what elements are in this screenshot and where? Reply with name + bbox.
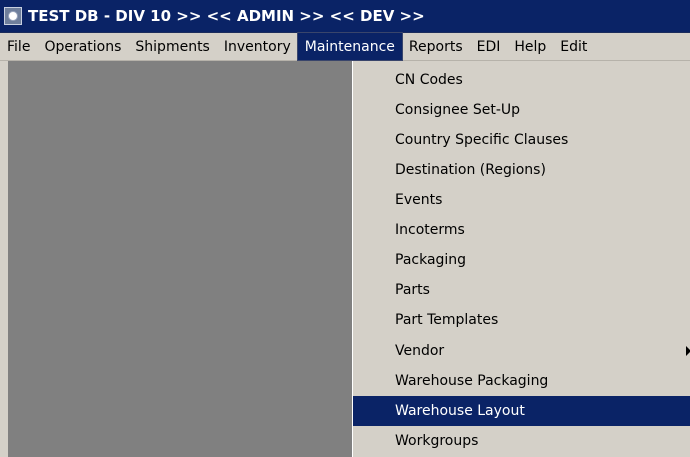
menu-item-label: Vendor [395,343,445,359]
menu-item-part-templates[interactable]: Part Templates [353,305,690,335]
menu-maintenance[interactable]: Maintenance [296,32,403,61]
menu-item-label: CN Codes [395,72,463,88]
menu-file[interactable]: File [0,33,37,60]
app-icon[interactable] [4,7,22,25]
menu-operations[interactable]: Operations [37,33,128,60]
menu-item-parts[interactable]: Parts [353,275,690,305]
menu-item-label: Warehouse Layout [395,403,525,419]
menu-item-label: Parts [395,282,430,298]
menu-inventory[interactable]: Inventory [217,33,298,60]
menu-item-label: Warehouse Packaging [395,373,549,389]
menu-item-cn-codes[interactable]: CN Codes [353,65,690,95]
menu-item-label: Workgroups [395,433,479,449]
menu-item-consignee-set-up[interactable]: Consignee Set-Up [353,95,690,125]
menu-item-packaging[interactable]: Packaging [353,245,690,275]
menu-item-label: Destination (Regions) [395,162,546,178]
menu-item-workgroups[interactable]: Workgroups [353,426,690,456]
menu-item-warehouse-layout[interactable]: Warehouse Layout [353,396,690,426]
menu-item-label: Events [395,192,443,208]
left-panel-edge [0,61,8,457]
menu-item-label: Packaging [395,252,467,268]
menu-item-events[interactable]: Events [353,185,690,215]
menu-help[interactable]: Help [507,33,553,60]
menu-item-label: Consignee Set-Up [395,102,521,118]
menu-item-label: Incoterms [395,222,465,238]
menu-reports[interactable]: Reports [402,33,470,60]
menu-shipments[interactable]: Shipments [128,33,216,60]
menu-edit[interactable]: Edit [553,33,594,60]
menu-item-destination-regions[interactable]: Destination (Regions) [353,155,690,185]
menu-item-incoterms[interactable]: Incoterms [353,215,690,245]
window-title: TEST DB - DIV 10 >> << ADMIN >> << DEV >… [28,7,425,25]
menu-item-country-specific-clauses[interactable]: Country Specific Clauses [353,125,690,155]
menu-item-warehouse-packaging[interactable]: Warehouse Packaging [353,366,690,396]
menu-item-label: Country Specific Clauses [395,132,569,148]
title-bar: TEST DB - DIV 10 >> << ADMIN >> << DEV >… [0,0,690,33]
menu-edi[interactable]: EDI [470,33,508,60]
submenu-arrow-icon [686,346,690,356]
menu-item-label: Part Templates [395,312,499,328]
menu-item-vendor[interactable]: Vendor [353,336,690,366]
menu-bar: File Operations Shipments Inventory Main… [0,32,690,61]
maintenance-dropdown: CN Codes Consignee Set-Up Country Specif… [352,61,690,457]
